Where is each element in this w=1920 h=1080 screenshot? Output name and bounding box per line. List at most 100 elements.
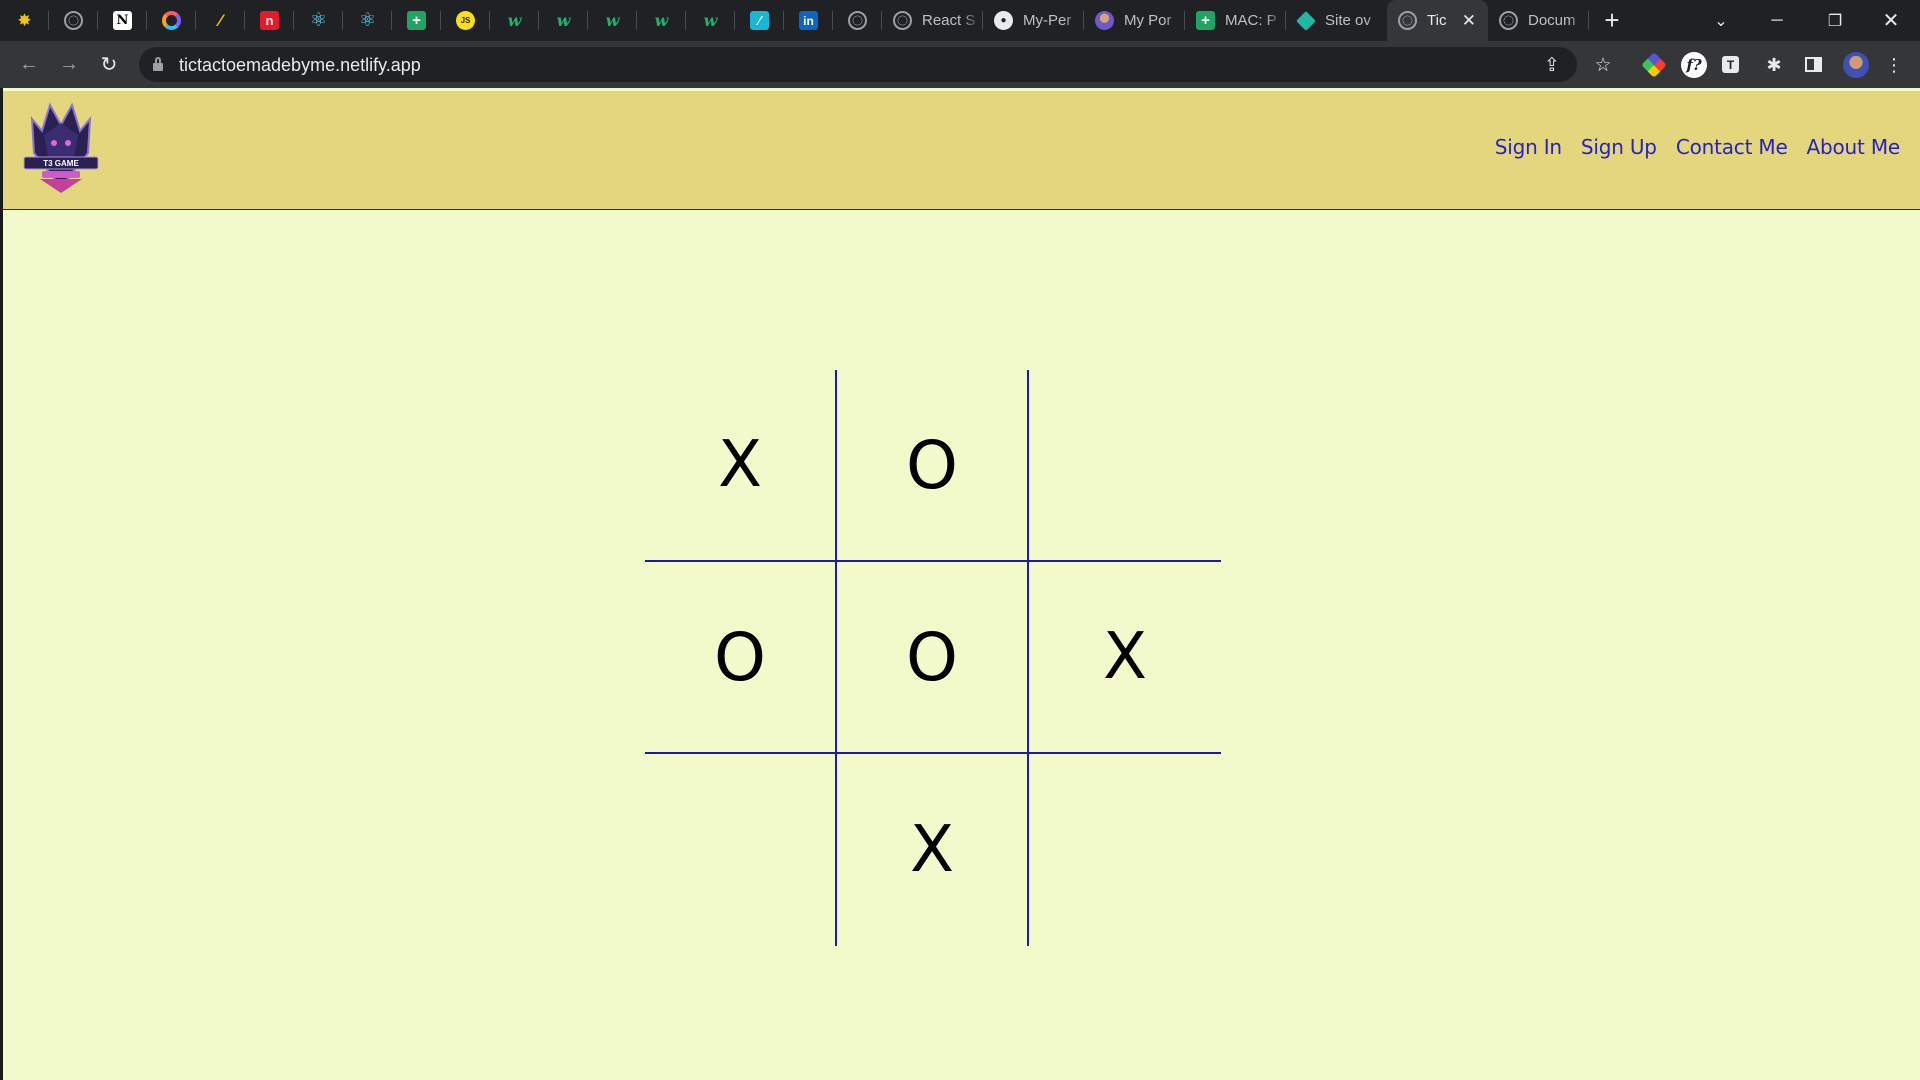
site-nav: Sign In Sign Up Contact Me About Me — [1495, 135, 1900, 159]
puzzle-extensions-icon[interactable]: ✱ — [1762, 53, 1786, 77]
chart-icon: ⁄ — [750, 11, 769, 30]
react-icon: ⚛ — [358, 10, 377, 31]
js-icon: JS — [456, 11, 475, 30]
tab-search-chevron-down-icon[interactable]: ⌄ — [1692, 0, 1750, 41]
page-left-edge — [0, 88, 3, 1080]
browser-tab[interactable]: ⚛ — [343, 0, 392, 41]
w-icon: w — [703, 11, 718, 30]
t3-game-logo-icon[interactable]: T3 GAME — [22, 101, 100, 195]
contact-me-link[interactable]: Contact Me — [1676, 135, 1788, 159]
board-cell-7[interactable] — [645, 754, 837, 946]
browser-tab[interactable]: ⁄ — [735, 0, 784, 41]
new-tab-button[interactable]: + — [1597, 0, 1627, 41]
tab-title: My-Per — [1023, 12, 1072, 29]
sign-up-link[interactable]: Sign Up — [1581, 135, 1657, 159]
browser-tab[interactable]: w — [637, 0, 686, 41]
tab-title: Docum — [1528, 12, 1576, 29]
board-cell-2[interactable]: O — [837, 370, 1029, 562]
browser-tab[interactable]: in — [784, 0, 833, 41]
address-bar-url[interactable]: tictactoemadebyme.netlify.app — [179, 55, 421, 76]
browser-tab[interactable] — [833, 0, 882, 41]
about-me-link[interactable]: About Me — [1807, 135, 1901, 159]
tab-list: ✸ N ⁄ n ⚛ ⚛ + JS w w w w w ⁄ in React S ● My-Per My Por + MA… — [0, 0, 1589, 41]
board-cell-9[interactable] — [1029, 754, 1221, 946]
globe-icon — [64, 11, 83, 30]
react-icon: ⚛ — [309, 10, 328, 31]
app-logo-icon: ✸ — [17, 10, 32, 30]
w-icon: w — [556, 11, 571, 30]
browser-tab[interactable]: ● My-Per — [983, 0, 1084, 41]
netlify-icon — [1296, 10, 1316, 31]
globe-icon — [893, 11, 912, 30]
board-cell-8[interactable]: X — [837, 754, 1029, 946]
browser-tab[interactable]: ⁄ — [196, 0, 245, 41]
profile-avatar[interactable] — [1843, 52, 1869, 78]
more-menu-icon[interactable]: ⋮ — [1882, 53, 1906, 77]
page-viewport: T3 GAME Sign In Sign Up Contact Me About… — [0, 88, 1920, 1080]
browser-tab[interactable]: Site ov — [1286, 0, 1387, 41]
t-extension-icon[interactable]: T — [1722, 56, 1739, 73]
lock-icon[interactable] — [153, 57, 163, 71]
site-header: T3 GAME Sign In Sign Up Contact Me About… — [2, 91, 1920, 210]
w-icon: w — [654, 11, 669, 30]
tab-close-icon[interactable]: ✕ — [1462, 11, 1476, 31]
share-icon[interactable]: ⇪ — [1540, 53, 1564, 77]
font-extension-icon[interactable]: f? — [1681, 52, 1707, 78]
tab-title: My Por — [1124, 12, 1172, 29]
browser-tab[interactable]: + — [392, 0, 441, 41]
browser-tab[interactable]: React S — [882, 0, 983, 41]
globe-icon — [1398, 11, 1417, 30]
board-cell-5[interactable]: O — [837, 562, 1029, 754]
board-cell-1[interactable]: X — [645, 370, 837, 562]
browser-tab[interactable]: ⚛ — [294, 0, 343, 41]
tab-title: React S — [922, 12, 976, 29]
tab-title: MAC: P — [1225, 12, 1277, 29]
browser-tab[interactable] — [49, 0, 98, 41]
google-sheets-icon: + — [407, 11, 426, 30]
board-cell-6[interactable]: X — [1029, 562, 1221, 754]
side-panel-icon[interactable] — [1805, 57, 1822, 72]
w-icon: w — [605, 11, 620, 30]
red-n-icon: n — [260, 11, 279, 30]
notion-icon: N — [113, 11, 132, 30]
color-picker-extension-icon[interactable] — [1641, 52, 1667, 78]
browser-toolbar: ← → ↻ tictactoemadebyme.netlify.app ⇪ ☆ … — [0, 41, 1920, 88]
browser-tab[interactable]: JS — [441, 0, 490, 41]
close-window-button[interactable]: ✕ — [1862, 0, 1920, 41]
avatar-icon — [1095, 11, 1114, 30]
browser-tab[interactable]: w — [686, 0, 735, 41]
swirl-icon — [162, 11, 181, 30]
restore-button[interactable]: ❐ — [1806, 0, 1864, 41]
tic-tac-toe-board: X O O O X X — [645, 370, 1221, 946]
browser-tab[interactable]: w — [588, 0, 637, 41]
browser-tab[interactable]: N — [98, 0, 147, 41]
svg-text:T3 GAME: T3 GAME — [43, 159, 79, 168]
globe-icon — [848, 11, 867, 30]
address-bar[interactable]: tictactoemadebyme.netlify.app ⇪ ☆ — [139, 47, 1612, 82]
browser-tab[interactable]: w — [539, 0, 588, 41]
tab-title: Site ov — [1325, 12, 1371, 29]
minimize-button[interactable]: ─ — [1748, 0, 1806, 41]
browser-tab[interactable] — [147, 0, 196, 41]
google-sheets-icon: + — [1196, 11, 1215, 30]
browser-tab[interactable]: Tic ✕ — [1387, 0, 1488, 41]
browser-tab[interactable]: My Por — [1084, 0, 1185, 41]
back-button[interactable]: ← — [13, 41, 45, 88]
bookmark-star-icon[interactable]: ☆ — [1591, 53, 1615, 77]
reload-button[interactable]: ↻ — [93, 41, 125, 88]
browser-tab[interactable]: n — [245, 0, 294, 41]
linkedin-icon: in — [799, 11, 818, 30]
board-cell-3[interactable] — [1029, 370, 1221, 562]
browser-tab[interactable]: + MAC: P — [1185, 0, 1286, 41]
browser-tab-strip: ✸ N ⁄ n ⚛ ⚛ + JS w w w w w ⁄ in React S ● My-Per My Por + MA… — [0, 0, 1920, 41]
browser-tab[interactable]: Docum — [1488, 0, 1589, 41]
forward-button[interactable]: → — [53, 41, 85, 88]
browser-tab[interactable]: w — [490, 0, 539, 41]
sign-in-link[interactable]: Sign In — [1495, 135, 1562, 159]
pencil-icon: ⁄ — [219, 10, 222, 30]
globe-icon — [1499, 11, 1518, 30]
browser-tab[interactable]: ✸ — [0, 0, 49, 41]
board-cell-4[interactable]: O — [645, 562, 837, 754]
github-icon: ● — [994, 11, 1013, 30]
w-icon: w — [507, 11, 522, 30]
